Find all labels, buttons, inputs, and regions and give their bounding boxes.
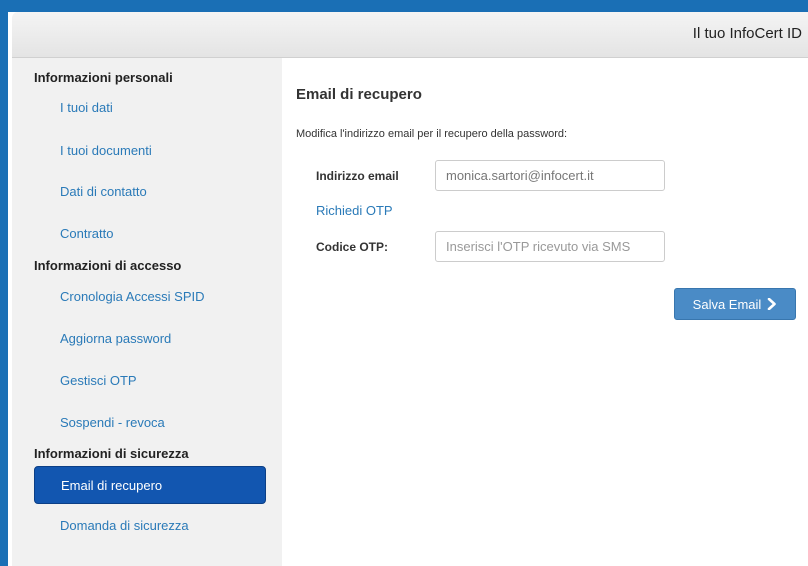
sidebar-item-sospendi-revoca[interactable]: Sospendi - revoca [60, 415, 165, 430]
sidebar-item-i-tuoi-documenti[interactable]: I tuoi documenti [60, 143, 152, 158]
otp-input[interactable] [435, 231, 665, 262]
chevron-right-icon [768, 298, 777, 310]
save-email-button[interactable]: Salva Email [674, 288, 796, 320]
email-input[interactable] [435, 160, 665, 191]
page-description: Modifica l'indirizzo email per il recupe… [296, 128, 568, 140]
main-content: Email di recupero Modifica l'indirizzo e… [282, 58, 808, 566]
page-title: Email di recupero [296, 86, 422, 103]
top-bar: Il tuo InfoCert ID [12, 12, 808, 58]
request-otp-link[interactable]: Richiedi OTP [316, 203, 393, 218]
sidebar-item-i-tuoi-dati[interactable]: I tuoi dati [60, 100, 113, 115]
section-title-security: Informazioni di sicurezza [34, 446, 189, 461]
sidebar-item-contratto[interactable]: Contratto [60, 226, 113, 241]
sidebar-item-dati-di-contatto[interactable]: Dati di contatto [60, 184, 147, 199]
email-label: Indirizzo email [316, 169, 399, 183]
sidebar: Informazioni personali I tuoi dati I tuo… [12, 58, 282, 566]
sidebar-item-aggiorna-password[interactable]: Aggiorna password [60, 331, 171, 346]
app-title: Il tuo InfoCert ID [692, 25, 802, 42]
section-title-access: Informazioni di accesso [34, 258, 182, 273]
otp-label: Codice OTP: [316, 240, 389, 254]
sidebar-item-domanda-di-sicurezza[interactable]: Domanda di sicurezza [60, 518, 189, 533]
sidebar-item-email-di-recupero[interactable]: Email di recupero [34, 466, 266, 504]
sidebar-item-cronologia-accessi-spid[interactable]: Cronologia Accessi SPID [60, 289, 205, 304]
window-frame-left [0, 0, 8, 566]
section-title-personal: Informazioni personali [34, 70, 173, 85]
sidebar-item-gestisci-otp[interactable]: Gestisci OTP [60, 373, 137, 388]
window-frame-top [0, 0, 808, 12]
save-email-label: Salva Email [692, 296, 762, 312]
